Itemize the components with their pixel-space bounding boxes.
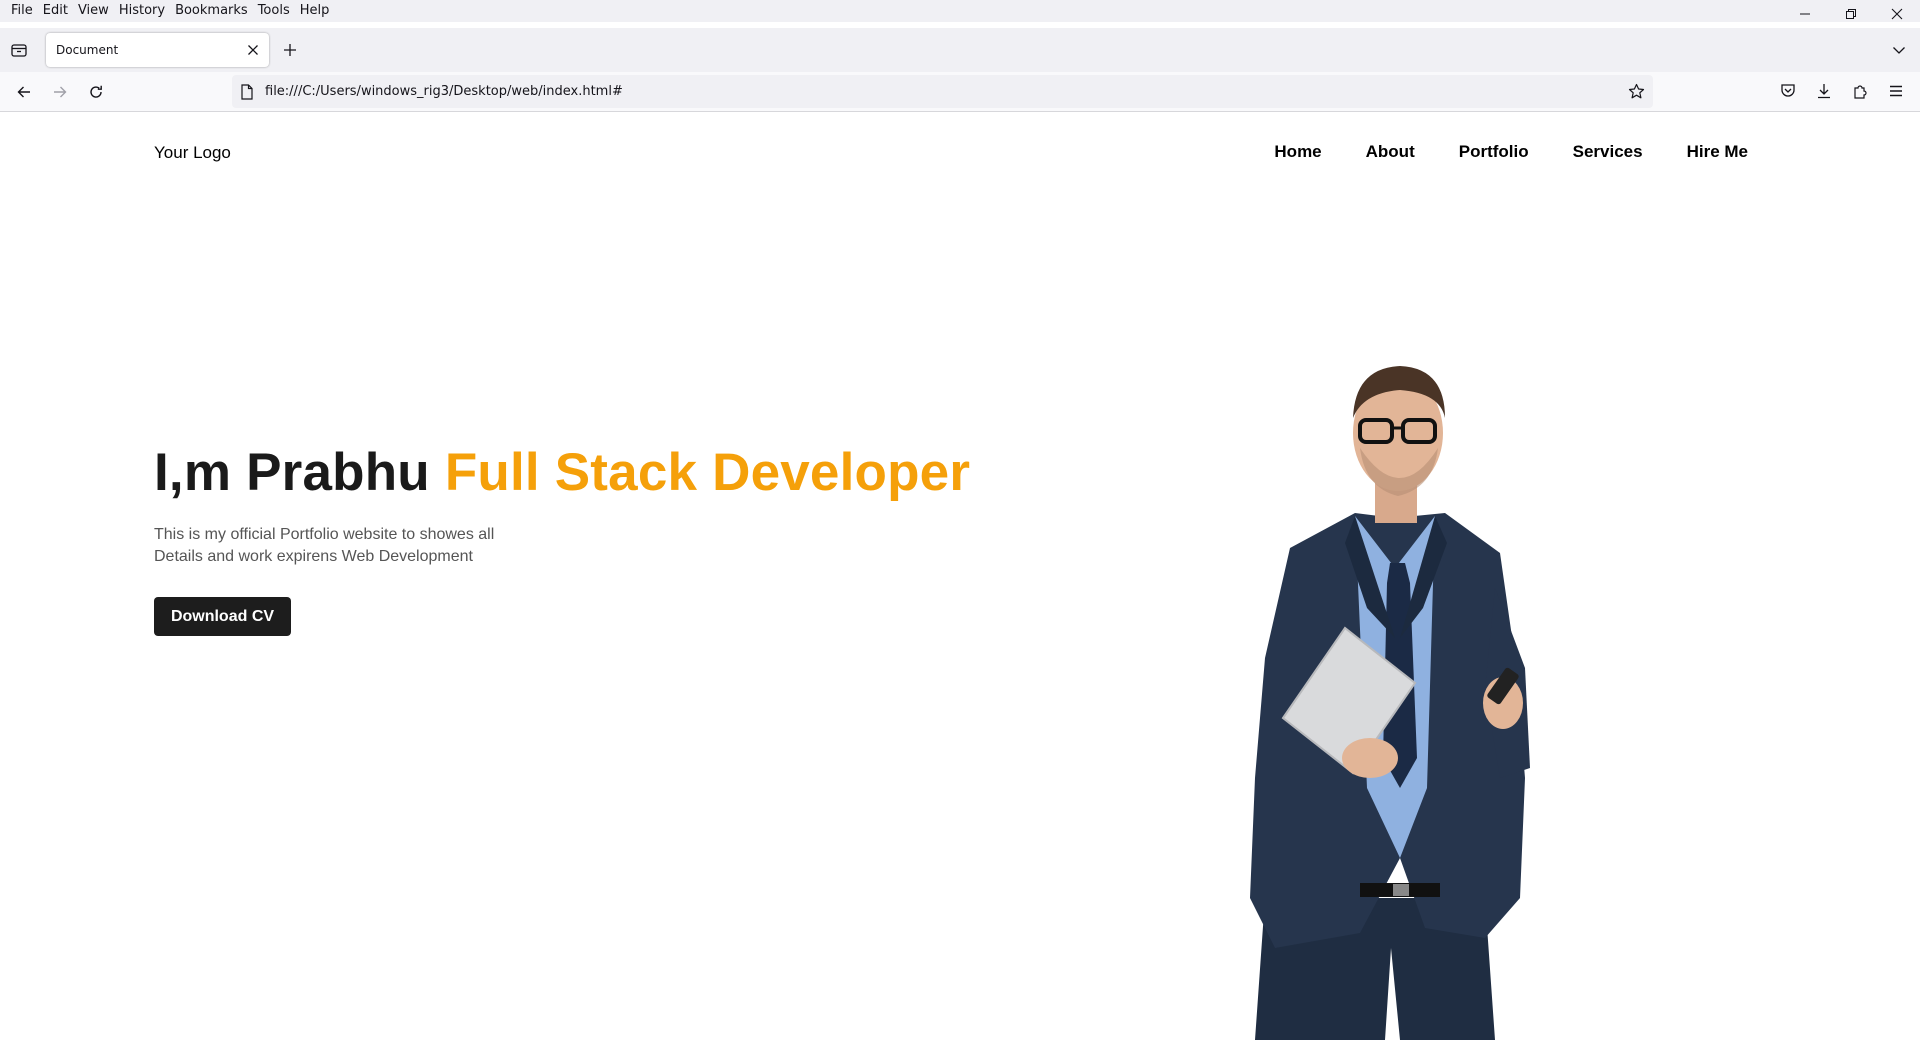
restore-icon [1846,9,1856,19]
arrow-left-icon [17,86,30,98]
pocket-icon[interactable] [1779,82,1797,100]
tab-list-icon[interactable] [10,41,28,59]
tab-document[interactable]: Document [46,33,269,67]
menu-tools[interactable]: Tools [253,1,295,21]
reload-icon [90,85,102,98]
nav-services[interactable]: Services [1573,142,1643,162]
hero-title-accent: Full Stack Developer [444,443,971,502]
arrow-right-icon [54,86,67,98]
hero-description: This is my official Portfolio website to… [154,524,554,568]
window-controls [1782,0,1920,28]
new-tab-icon[interactable] [282,42,298,58]
menu-bar: File Edit View History Bookmarks Tools H… [0,0,1920,22]
menu-file[interactable]: File [6,1,38,21]
navigation-bar: file:///C:/Users/windows_rig3/Desktop/we… [0,72,1920,112]
chevron-down-icon[interactable] [1892,44,1906,56]
close-icon [1891,8,1903,20]
site-header: Your Logo Home About Portfolio Services … [0,113,1920,193]
web-page: Your Logo Home About Portfolio Services … [0,113,1920,1040]
minimize-button[interactable] [1782,0,1828,28]
url-text[interactable]: file:///C:/Users/windows_rig3/Desktop/we… [265,84,623,99]
page-icon [241,84,253,100]
url-bar[interactable]: file:///C:/Users/windows_rig3/Desktop/we… [232,75,1653,108]
star-icon[interactable] [1628,83,1645,100]
hero-person-image [1250,366,1530,1040]
menu-help[interactable]: Help [295,1,335,21]
download-cv-button[interactable]: Download CV [154,597,291,636]
restore-button[interactable] [1828,0,1874,28]
back-button[interactable] [14,82,34,102]
reload-button[interactable] [86,82,106,102]
hero-title-main: I,m Prabhu [154,443,445,502]
menu-edit[interactable]: Edit [38,1,73,21]
minimize-icon [1800,13,1810,15]
puzzle-icon[interactable] [1851,82,1869,100]
menu-view[interactable]: View [73,1,114,21]
menu-history[interactable]: History [114,1,170,21]
hero-description-line-1: This is my official Portfolio website to… [154,526,495,543]
site-nav: Home About Portfolio Services Hire Me [1274,142,1748,162]
tab-strip: Document [0,28,1920,72]
hero-title: I,m Prabhu Full Stack Developer [154,442,970,503]
hamburger-icon[interactable] [1887,82,1905,100]
close-tab-icon[interactable] [247,44,259,56]
hero-description-line-2: Details and work expirens Web Developmen… [154,548,473,565]
nav-about[interactable]: About [1366,142,1415,162]
close-window-button[interactable] [1874,0,1920,28]
menu-bookmarks[interactable]: Bookmarks [170,1,253,21]
nav-home[interactable]: Home [1274,142,1321,162]
nav-portfolio[interactable]: Portfolio [1459,142,1529,162]
site-logo[interactable]: Your Logo [154,143,231,163]
tab-title: Document [56,43,119,57]
download-icon[interactable] [1815,82,1833,100]
nav-hire-me[interactable]: Hire Me [1687,142,1748,162]
forward-button[interactable] [50,82,70,102]
